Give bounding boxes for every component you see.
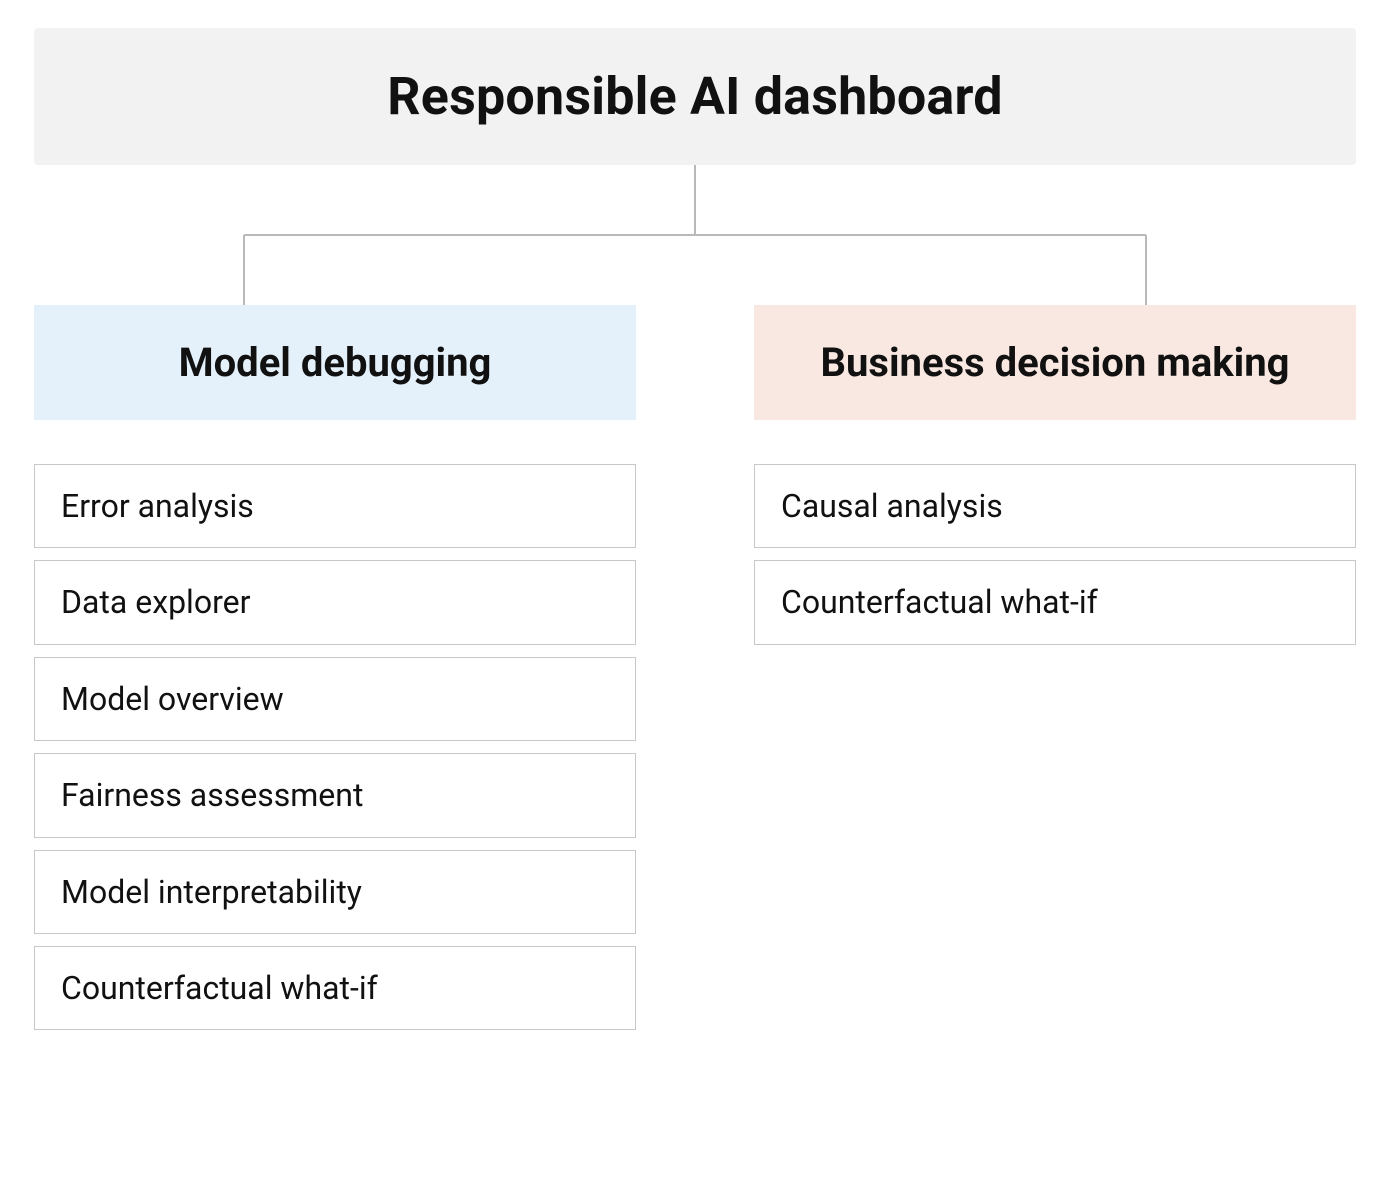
item-fairness-assessment: Fairness assessment <box>34 753 636 837</box>
branch-items-left: Error analysis Data explorer Model overv… <box>34 464 636 1030</box>
item-causal-analysis: Causal analysis <box>754 464 1356 548</box>
connector-lines-icon <box>34 165 1356 305</box>
item-model-interpretability: Model interpretability <box>34 850 636 934</box>
item-counterfactual-what-if-right: Counterfactual what-if <box>754 560 1356 644</box>
diagram-root: Responsible AI dashboard Model debugging… <box>0 0 1390 1198</box>
branch-model-debugging: Model debugging Error analysis Data expl… <box>34 305 636 1030</box>
tree-connector <box>34 165 1356 305</box>
branch-head-business-decision-making: Business decision making <box>754 305 1356 420</box>
item-counterfactual-what-if-left: Counterfactual what-if <box>34 946 636 1030</box>
root-node: Responsible AI dashboard <box>34 28 1356 165</box>
branch-items-right: Causal analysis Counterfactual what-if <box>754 464 1356 645</box>
branch-title: Model debugging <box>179 339 492 386</box>
item-model-overview: Model overview <box>34 657 636 741</box>
item-data-explorer: Data explorer <box>34 560 636 644</box>
item-error-analysis: Error analysis <box>34 464 636 548</box>
root-title: Responsible AI dashboard <box>387 66 1002 127</box>
branch-title: Business decision making <box>820 339 1289 386</box>
branches-row: Model debugging Error analysis Data expl… <box>34 305 1356 1030</box>
branch-head-model-debugging: Model debugging <box>34 305 636 420</box>
branch-business-decision-making: Business decision making Causal analysis… <box>754 305 1356 645</box>
